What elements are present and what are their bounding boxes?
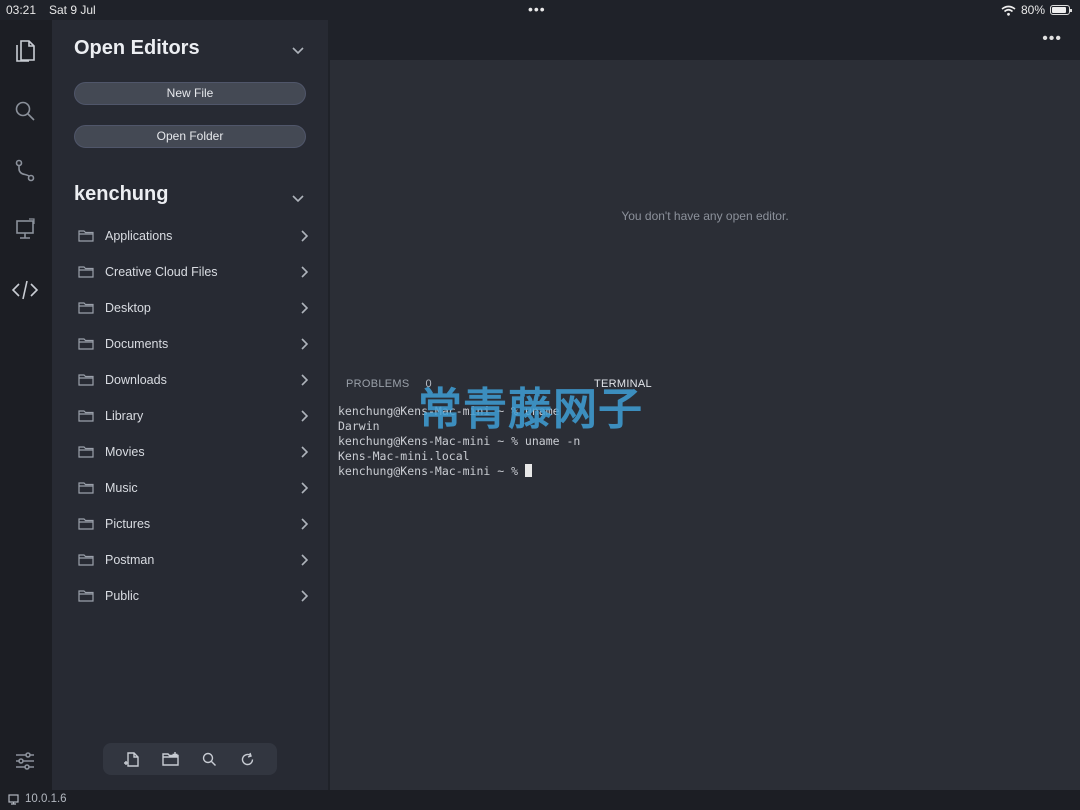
folder-label: Library (105, 409, 144, 423)
folder-label: Applications (105, 229, 173, 243)
terminal-line: Kens-Mac-mini.local (338, 449, 470, 463)
chevron-right-icon (300, 589, 309, 607)
folder-icon (78, 265, 96, 279)
chevron-down-icon[interactable] (292, 42, 304, 60)
list-item[interactable]: Pictures (74, 506, 310, 542)
folder-label: Music (105, 481, 138, 495)
bottom-status-bar: 10.0.1.6 (0, 790, 1080, 810)
status-date: Sat 9 Jul (49, 3, 96, 17)
folder-icon (78, 337, 96, 351)
explorer-toolbar (103, 743, 277, 775)
folder-icon (78, 589, 96, 603)
open-editors-title[interactable]: Open Editors (74, 37, 200, 60)
open-folder-button[interactable]: Open Folder (74, 125, 306, 148)
status-right: 80% (1001, 3, 1072, 17)
list-item[interactable]: Downloads (74, 362, 310, 398)
settings-sliders-icon[interactable] (11, 747, 39, 775)
monitor-icon (8, 793, 19, 805)
chevron-right-icon (300, 229, 309, 247)
new-file-icon[interactable] (121, 748, 143, 770)
refresh-icon[interactable] (237, 748, 259, 770)
folder-label: Movies (105, 445, 145, 459)
explorer-icon[interactable] (11, 37, 39, 65)
chevron-right-icon (300, 445, 309, 463)
new-folder-icon[interactable] (160, 748, 182, 770)
list-item[interactable]: Movies (74, 434, 310, 470)
battery-percent: 80% (1020, 3, 1045, 17)
folder-icon (78, 481, 96, 495)
folder-icon (78, 445, 96, 459)
chevron-right-icon (300, 409, 309, 427)
folder-label: Documents (105, 337, 169, 351)
list-item[interactable]: Desktop (74, 290, 310, 326)
terminal-cursor (524, 464, 532, 477)
list-item[interactable]: Applications (74, 218, 310, 254)
chevron-right-icon (300, 517, 309, 535)
folder-icon (78, 373, 96, 387)
wifi-icon (1001, 5, 1016, 16)
list-item[interactable]: Public (74, 578, 310, 614)
folder-list: Applications Creative Cloud Files Deskto… (74, 218, 310, 614)
folder-label: Downloads (105, 373, 167, 387)
watermark: 常青藤网子 (418, 384, 643, 435)
folder-icon (78, 229, 96, 243)
chevron-right-icon (300, 373, 309, 391)
folder-icon (78, 301, 96, 315)
search-icon[interactable] (11, 97, 39, 125)
status-bar: 03:21 Sat 9 Jul ••• 80% (0, 0, 1080, 20)
remote-icon[interactable] (11, 216, 39, 244)
chevron-down-icon[interactable] (292, 190, 304, 208)
sidebar: Open Editors New File Open Folder kenchu… (52, 20, 328, 790)
battery-icon (1050, 5, 1072, 15)
folder-icon (78, 409, 96, 423)
folder-icon (78, 517, 96, 531)
more-options-icon[interactable]: ••• (1042, 30, 1062, 48)
code-icon[interactable] (11, 276, 39, 304)
chevron-right-icon (300, 553, 309, 571)
source-control-icon[interactable] (11, 157, 39, 185)
tab-problems[interactable]: PROBLEMS (346, 378, 410, 390)
chevron-right-icon (300, 481, 309, 499)
host-address: 10.0.1.6 (25, 793, 67, 805)
list-item[interactable]: Postman (74, 542, 310, 578)
chevron-right-icon (300, 301, 309, 319)
folder-label: Desktop (105, 301, 151, 315)
workspace-title[interactable]: kenchung (74, 183, 168, 206)
new-file-button[interactable]: New File (74, 82, 306, 105)
empty-editor-message: You don't have any open editor. (621, 209, 789, 223)
search-icon[interactable] (198, 748, 220, 770)
status-time: 03:21 (6, 3, 37, 17)
folder-label: Public (105, 589, 140, 603)
multitask-dots-icon[interactable]: ••• (528, 1, 546, 17)
terminal-prompt: kenchung@Kens-Mac-mini ~ % (338, 464, 525, 478)
folder-label: Pictures (105, 517, 151, 531)
terminal-prompt-line: kenchung@Kens-Mac-mini ~ % (338, 464, 1058, 479)
remote-host[interactable]: 10.0.1.6 (8, 793, 67, 805)
chevron-right-icon (300, 337, 309, 355)
folder-icon (78, 553, 96, 567)
list-item[interactable]: Documents (74, 326, 310, 362)
list-item[interactable]: Creative Cloud Files (74, 254, 310, 290)
list-item[interactable]: Music (74, 470, 310, 506)
list-item[interactable]: Library (74, 398, 310, 434)
folder-label: Postman (105, 553, 155, 567)
folder-label: Creative Cloud Files (105, 265, 218, 279)
activity-bar (0, 20, 52, 790)
chevron-right-icon (300, 265, 309, 283)
